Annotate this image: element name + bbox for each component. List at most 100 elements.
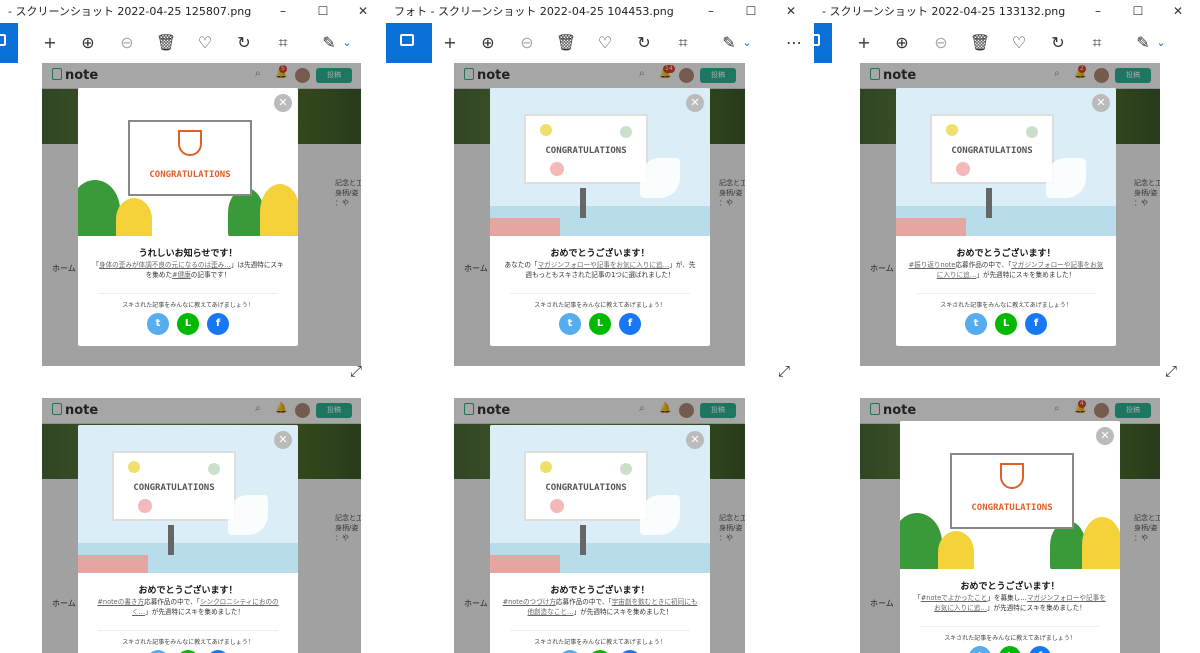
more-icon[interactable]: ⋯ (782, 31, 806, 55)
billboard: CONGRATULATIONS (524, 114, 648, 184)
maximize-button[interactable]: ☐ (731, 0, 771, 23)
crop-icon[interactable]: ⌗ (671, 31, 695, 55)
minimize-button[interactable]: – (691, 0, 731, 23)
article-link[interactable]: #noteの書き方 (97, 598, 144, 606)
divider (98, 630, 278, 631)
view-image-button[interactable] (0, 23, 18, 63)
modal-message: 「身体の歪みが体調不良の元になるのは歪み…」は先週特にスキを集めた#健康の記事で… (90, 260, 286, 280)
chevron-down-icon[interactable]: ⌄ (335, 31, 359, 55)
zoom-in-icon[interactable]: ⊕ (890, 31, 914, 55)
delete-icon[interactable]: 🗑 (968, 31, 992, 55)
twitter-share-button[interactable]: t (965, 313, 987, 335)
line-share-button[interactable]: L (177, 313, 199, 335)
circle-pink (550, 499, 564, 513)
congrats-modal: CONGRATULATIONS ✕ おめでとうございます！ #noteの書き方応募作品… (78, 425, 298, 653)
message-text: 応募作品の中で、「 (144, 598, 200, 606)
close-icon[interactable]: ✕ (686, 94, 704, 112)
more-icon[interactable]: ⋯ (382, 31, 385, 55)
zoom-out-icon[interactable]: ⊖ (929, 31, 953, 55)
expand-icon[interactable]: ⤢ (1165, 362, 1177, 380)
chevron-down-icon[interactable]: ⌄ (735, 31, 759, 55)
congrats-illustration: CONGRATULATIONS (900, 421, 1120, 569)
tree-left (78, 180, 120, 236)
share-prompt: スキされた記事をみんなに教えてあげましょう！ (534, 302, 666, 309)
circle-grey (620, 126, 632, 138)
delete-icon[interactable]: 🗑 (154, 31, 178, 55)
crop-icon[interactable]: ⌗ (1085, 31, 1109, 55)
congrats-illustration: CONGRATULATIONS (490, 88, 710, 236)
close-icon[interactable]: ✕ (274, 94, 292, 112)
article-link[interactable]: #健康 (172, 271, 191, 279)
view-image-button[interactable] (814, 23, 832, 63)
minimize-button[interactable]: – (263, 0, 303, 23)
close-button[interactable]: ✕ (771, 0, 811, 23)
close-icon[interactable]: ✕ (1092, 94, 1110, 112)
circle-pink (550, 162, 564, 176)
add-icon[interactable]: + (852, 31, 876, 55)
divider (916, 293, 1096, 294)
delete-icon[interactable]: 🗑 (554, 31, 578, 55)
favorite-icon[interactable]: ♡ (193, 31, 217, 55)
modal-message: #noteのつづけ方応募作品の中で、「宇宙創を飲むときに初同にも他創造なこと…」… (502, 597, 698, 617)
circle-pink (956, 162, 970, 176)
tree-mid (116, 198, 152, 236)
facebook-share-button[interactable]: f (1025, 313, 1047, 335)
congrats-illustration: CONGRATULATIONS (78, 425, 298, 573)
article-link[interactable]: #noteでよかったこと (921, 594, 988, 602)
share-prompt: スキされた記事をみんなに教えてあげましょう！ (940, 302, 1072, 309)
article-link[interactable]: 身体の歪みが体調不良の元になるのは歪み… (99, 261, 231, 269)
line-share-button[interactable]: L (995, 313, 1017, 335)
minimize-button[interactable]: – (1078, 0, 1118, 23)
facebook-share-button[interactable]: f (619, 313, 641, 335)
crop-icon[interactable]: ⌗ (271, 31, 295, 55)
rotate-icon[interactable]: ↻ (632, 31, 656, 55)
photos-window: - スクリーンショット 2022-04-25 125807.png – ☐ ✕ + ⊕ ⊖ 🗑… (0, 0, 385, 392)
photos-window: フォト - スクリーンショット 2022-04-25 104453.png – ☐ ✕… (386, 0, 813, 392)
line-share-button[interactable]: L (999, 646, 1021, 653)
view-image-button[interactable] (386, 23, 432, 63)
maximize-button[interactable]: ☐ (303, 0, 343, 23)
article-link[interactable]: #noteのつづけ方 (503, 598, 556, 606)
photo-toolbar: +⊕⊖🗑♡↻⌗✎⋯⌄ (386, 23, 813, 63)
favorite-icon[interactable]: ♡ (1007, 31, 1031, 55)
congrats-text: CONGRATULATIONS (951, 146, 1033, 156)
add-icon[interactable]: + (438, 31, 462, 55)
maximize-button[interactable]: ☐ (1118, 0, 1158, 23)
article-link[interactable]: マガジンフォローや記事をお気に入りに追… (538, 261, 670, 269)
facebook-share-button[interactable]: f (1029, 646, 1051, 653)
close-button[interactable]: ✕ (1158, 0, 1198, 23)
circle-grey (208, 463, 220, 475)
zoom-in-icon[interactable]: ⊕ (476, 31, 500, 55)
add-icon[interactable]: + (38, 31, 62, 55)
facebook-share-button[interactable]: f (207, 313, 229, 335)
zoom-out-icon[interactable]: ⊖ (515, 31, 539, 55)
dove-icon (640, 495, 680, 535)
modal-title: おめでとうございます！ (960, 582, 1060, 592)
photos-window: - スクリーンショット 2022-04-25 133132.png – ☐ ✕ + ⊕ ⊖ 🗑… (814, 0, 1200, 392)
rotate-icon[interactable]: ↻ (1046, 31, 1070, 55)
chevron-down-icon[interactable]: ⌄ (1149, 31, 1173, 55)
circle-yellow (946, 124, 958, 136)
close-icon[interactable]: ✕ (274, 431, 292, 449)
twitter-share-button[interactable]: t (559, 313, 581, 335)
twitter-share-button[interactable]: t (147, 313, 169, 335)
message-text: の記事です！ (190, 271, 231, 279)
zoom-out-icon[interactable]: ⊖ (115, 31, 139, 55)
close-icon[interactable]: ✕ (1096, 427, 1114, 445)
close-button[interactable]: ✕ (343, 0, 383, 23)
congrats-illustration: CONGRATULATIONS (896, 88, 1116, 236)
congrats-text: CONGRATULATIONS (545, 483, 627, 493)
twitter-share-button[interactable]: t (969, 646, 991, 653)
favorite-icon[interactable]: ♡ (593, 31, 617, 55)
image-icon (0, 34, 6, 46)
congrats-text: CONGRATULATIONS (149, 170, 231, 180)
line-share-button[interactable]: L (589, 313, 611, 335)
divider (98, 293, 278, 294)
photo-toolbar: +⊕⊖🗑♡↻⌗✎⋯⌄ (814, 23, 1200, 63)
close-icon[interactable]: ✕ (686, 431, 704, 449)
more-icon[interactable]: ⋯ (1196, 31, 1200, 55)
rotate-icon[interactable]: ↻ (232, 31, 256, 55)
zoom-in-icon[interactable]: ⊕ (76, 31, 100, 55)
article-link[interactable]: #振り返りnote (909, 261, 956, 269)
expand-icon[interactable]: ⤢ (778, 362, 790, 380)
